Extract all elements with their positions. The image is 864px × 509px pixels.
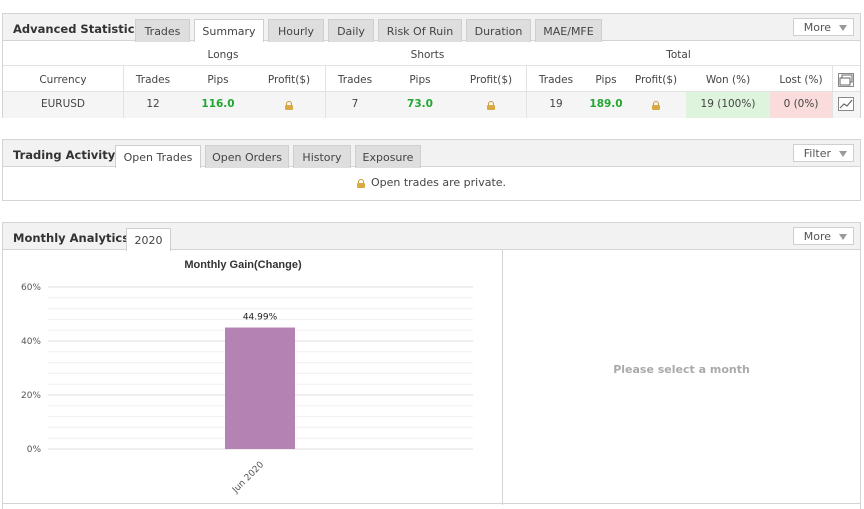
tab-duration[interactable]: Duration: [466, 19, 531, 42]
cell-lost: 0 (0%): [783, 98, 819, 110]
cell-long-trades: 12: [146, 98, 160, 110]
window-icon-glyph: [839, 74, 853, 86]
table-row: EURUSD 12 116.0 7 73.0 19 189.0 19 (100%…: [3, 92, 860, 118]
col-short-pips: Pips: [409, 74, 431, 86]
cell-currency: EURUSD: [40, 98, 86, 110]
private-message-text: Open trades are private.: [370, 176, 507, 189]
tab-trades[interactable]: Trades: [135, 19, 190, 42]
caret-down-icon: [839, 234, 847, 240]
lock-icon: [356, 178, 365, 188]
y-tick-label: 20%: [21, 391, 41, 401]
cell-short-pips: 73.0: [407, 98, 433, 110]
x-tick-label: Jun 2020: [230, 460, 266, 496]
tab-risk-of-ruin[interactable]: Risk Of Ruin: [378, 19, 462, 42]
chart-icon-glyph: [839, 99, 853, 109]
y-tick-label: 40%: [21, 337, 41, 347]
trading-activity-header: Trading Activity Open Trades Open Orders…: [3, 140, 860, 168]
col-total-pips: Pips: [595, 74, 617, 86]
col-long-trades: Trades: [135, 74, 171, 86]
cell-short-trades: 7: [351, 98, 359, 110]
summary-table: Longs Shorts Total Currency Trades Pips …: [3, 41, 860, 131]
advanced-statistics-panel: Advanced Statistics Trades Summary Hourl…: [2, 13, 861, 118]
group-longs: Longs: [207, 49, 239, 61]
panel-bottom-divider: [3, 503, 860, 504]
lock-icon: [652, 100, 660, 110]
monthly-analytics-title: Monthly Analytics: [13, 231, 130, 245]
caret-down-icon: [839, 151, 847, 157]
trading-activity-panel: Trading Activity Open Trades Open Orders…: [2, 139, 861, 201]
advanced-statistics-header: Advanced Statistics Trades Summary Hourl…: [3, 14, 860, 42]
private-message: Open trades are private.: [3, 176, 860, 189]
bar-value-label: 44.99%: [243, 313, 278, 323]
row-divider: [3, 65, 860, 66]
chart-title: Monthly Gain(Change): [184, 259, 302, 271]
tab-summary[interactable]: Summary: [194, 19, 264, 42]
tab-hourly[interactable]: Hourly: [268, 19, 324, 42]
column-divider: [123, 65, 124, 118]
col-won: Won (%): [705, 74, 751, 86]
more-button[interactable]: More: [792, 18, 854, 36]
tab-history[interactable]: History: [293, 145, 351, 168]
trading-activity-title: Trading Activity: [13, 148, 116, 162]
tab-mae-mfe[interactable]: MAE/MFE: [535, 19, 602, 42]
lock-icon: [285, 100, 293, 110]
column-divider: [325, 65, 326, 118]
select-month-message: Please select a month: [613, 363, 750, 376]
col-total-profit: Profit($): [634, 74, 678, 86]
monthly-gain-chart: Monthly Gain(Change) 0% 20% 40% 60% 44.99% Jun…: [3, 250, 503, 505]
tab-2020[interactable]: 2020: [126, 228, 171, 251]
col-short-profit: Profit($): [469, 74, 513, 86]
cell-total-trades: 19: [549, 98, 563, 110]
tab-daily[interactable]: Daily: [328, 19, 374, 42]
tab-open-orders[interactable]: Open Orders: [205, 145, 289, 168]
cell-long-profit: [253, 99, 325, 111]
tab-exposure[interactable]: Exposure: [355, 145, 421, 168]
monthly-analytics-panel: Monthly Analytics 2020 More Monthly Gain…: [2, 222, 861, 509]
group-shorts: Shorts: [410, 49, 445, 61]
caret-down-icon: [839, 25, 847, 31]
chart-icon[interactable]: [838, 97, 854, 111]
bar: [225, 327, 295, 449]
cell-total-profit: [626, 99, 686, 111]
cell-short-profit: [455, 99, 527, 111]
col-total-trades: Trades: [538, 74, 574, 86]
lock-icon: [487, 100, 495, 110]
col-long-pips: Pips: [207, 74, 229, 86]
y-tick-label: 60%: [21, 283, 41, 293]
col-long-profit: Profit($): [267, 74, 311, 86]
monthly-analytics-header: Monthly Analytics 2020 More: [3, 223, 860, 251]
column-divider: [526, 65, 527, 118]
window-icon[interactable]: [838, 73, 854, 87]
filter-button[interactable]: Filter: [792, 144, 854, 162]
col-short-trades: Trades: [337, 74, 373, 86]
cell-long-pips: 116.0: [201, 98, 235, 110]
col-lost: Lost (%): [779, 74, 823, 86]
more-button-label: More: [803, 230, 831, 243]
cell-won: 19 (100%): [700, 98, 756, 110]
y-tick-label: 0%: [27, 445, 42, 455]
column-divider: [832, 65, 833, 118]
col-currency: Currency: [39, 74, 87, 86]
tab-open-trades[interactable]: Open Trades: [115, 145, 201, 168]
chart-svg: Monthly Gain(Change) 0% 20% 40% 60% 44.99% Jun…: [21, 259, 473, 496]
group-total: Total: [666, 49, 691, 61]
cell-total-pips: 189.0: [589, 98, 623, 110]
advanced-statistics-title: Advanced Statistics: [13, 22, 142, 36]
month-detail-pane: Please select a month: [503, 250, 860, 505]
filter-button-label: Filter: [803, 147, 831, 160]
more-button[interactable]: More: [792, 227, 854, 245]
more-button-label: More: [803, 21, 831, 34]
